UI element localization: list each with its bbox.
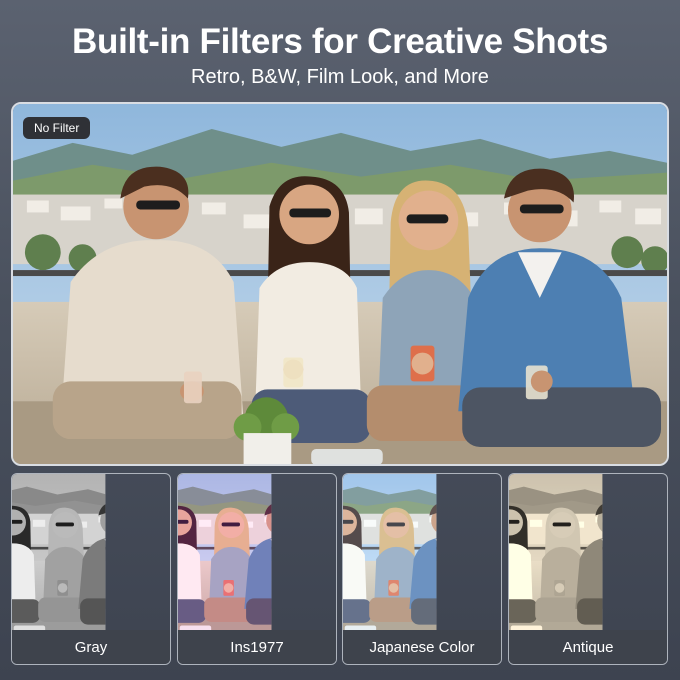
filter-label: Antique <box>509 630 667 664</box>
main-photo: No Filter <box>11 102 669 466</box>
group-of-friends-photo <box>13 104 667 464</box>
filter-preview-ins1977 <box>178 474 336 632</box>
page-headline: Built-in Filters for Creative Shots <box>72 22 608 61</box>
filter-preview-gray <box>12 474 170 632</box>
filter-thumbnail-gray[interactable]: Gray <box>11 473 171 665</box>
filter-label: Japanese Color <box>343 630 501 664</box>
filter-preview-antique <box>509 474 667 632</box>
filter-label: Ins1977 <box>178 630 336 664</box>
filter-label: Gray <box>12 630 170 664</box>
filter-preview-japanese-color <box>343 474 501 632</box>
page-subheadline: Retro, B&W, Film Look, and More <box>191 66 489 88</box>
filter-thumbnail-antique[interactable]: Antique <box>508 473 668 665</box>
no-filter-badge: No Filter <box>23 117 91 139</box>
filter-thumbnail-japanese-color[interactable]: Japanese Color <box>342 473 502 665</box>
filter-thumbnail-ins1977[interactable]: Ins1977 <box>177 473 337 665</box>
